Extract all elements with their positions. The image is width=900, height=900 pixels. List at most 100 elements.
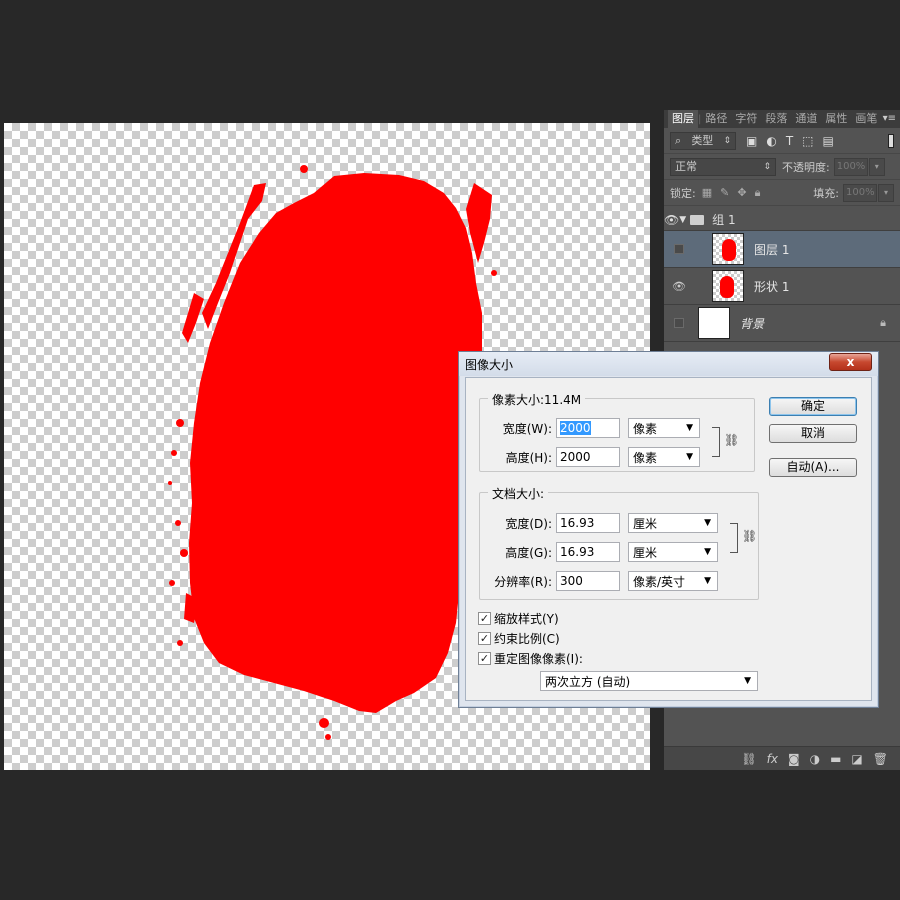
visibility-eye-icon[interactable]: 👁︎ xyxy=(664,280,694,293)
pixel-height-unit-select[interactable]: 像素 ▼ xyxy=(628,447,700,467)
tab-properties[interactable]: 属性 xyxy=(821,110,851,128)
tab-character[interactable]: 字符 xyxy=(731,110,761,128)
filter-toggle-icon[interactable] xyxy=(888,133,894,148)
pixel-height-label: 高度(H): xyxy=(505,450,552,465)
pixel-filter-icon[interactable]: ▣ xyxy=(746,134,757,148)
smart-object-filter-icon[interactable]: ▤ xyxy=(823,134,834,148)
new-group-icon[interactable]: ▬ xyxy=(830,752,841,766)
trash-icon[interactable]: 🗑︎ xyxy=(873,752,888,766)
layer-row-background[interactable]: 背景 🔒︎ xyxy=(664,305,900,342)
pixel-width-input[interactable]: 2000 xyxy=(556,418,620,438)
fill-field[interactable]: 100% xyxy=(843,183,877,202)
doc-height-label: 高度(G): xyxy=(505,545,552,560)
doc-height-unit-select[interactable]: 厘米 ▼ xyxy=(628,542,718,562)
constrain-bracket xyxy=(730,523,738,553)
constrain-bracket xyxy=(712,427,720,457)
panel-tab-bar: 图层 | 路径 字符 段落 通道 属性 画笔 ▾≡ xyxy=(664,110,900,128)
pixel-dimensions-group: 像素大小:11.4M 宽度(W): 2000 像素 ▼ 高度(H): 2000 像… xyxy=(479,391,755,472)
lock-paint-icon[interactable]: ✎ xyxy=(720,186,729,199)
shape-filter-icon[interactable]: ⬚ xyxy=(802,134,813,148)
type-filter-icon[interactable]: T xyxy=(786,134,793,148)
layer-name[interactable]: 背景 xyxy=(740,315,764,332)
doc-width-unit-select[interactable]: 厘米 ▼ xyxy=(628,513,718,533)
fx-icon[interactable]: fx xyxy=(767,752,778,766)
lock-all-icon[interactable]: 🔒︎ xyxy=(755,186,761,200)
resample-checkbox-row[interactable]: ✓ 重定图像像素(I): xyxy=(478,648,583,668)
dropdown-arrow-icon: ▼ xyxy=(704,518,711,528)
blend-mode-dropdown[interactable]: 正常 ⇕ xyxy=(670,157,776,176)
tab-brush[interactable]: 画笔 xyxy=(851,110,881,128)
folder-icon xyxy=(690,214,705,225)
layer-row-2[interactable]: 👁︎ 形状 1 xyxy=(664,268,900,305)
updown-arrow-icon: ⇕ xyxy=(763,161,771,172)
close-button[interactable]: x xyxy=(829,353,872,371)
scale-styles-checkbox-row[interactable]: ✓ 缩放样式(Y) xyxy=(478,608,559,628)
opacity-field[interactable]: 100% xyxy=(833,157,868,176)
fill-label: 填充: xyxy=(813,186,839,200)
tab-layers[interactable]: 图层 xyxy=(668,110,698,128)
updown-arrow-icon: ⇕ xyxy=(723,135,731,146)
link-layers-icon[interactable]: ⛓ xyxy=(741,752,756,766)
resample-method-select[interactable]: 两次立方 (自动) ▼ xyxy=(540,671,758,691)
dialog-titlebar[interactable]: 图像大小 xyxy=(459,352,878,376)
opacity-arrow-icon[interactable]: ▾ xyxy=(868,157,885,176)
lock-label: 锁定: xyxy=(670,186,696,200)
adjustment-filter-icon[interactable]: ◐ xyxy=(766,134,776,148)
dialog-title: 图像大小 xyxy=(465,357,514,372)
pixel-dimensions-legend: 像素大小:11.4M xyxy=(488,391,586,408)
doc-width-label: 宽度(D): xyxy=(505,516,552,531)
cancel-button[interactable]: 取消 xyxy=(769,424,857,443)
doc-width-input[interactable]: 16.93 xyxy=(556,513,620,533)
tab-paths[interactable]: 路径 xyxy=(701,110,731,128)
layer-thumbnail xyxy=(712,233,744,265)
panel-menu-icon[interactable]: ▾≡ xyxy=(883,113,896,124)
filter-row: ⌕ 类型 ⇕ ▣ ◐ T ⬚ ▤ xyxy=(664,128,900,154)
expand-triangle-icon[interactable]: ▼ xyxy=(679,215,686,225)
blend-row: 正常 ⇕ 不透明度: 100% ▾ xyxy=(664,154,900,180)
resample-checkbox[interactable]: ✓ xyxy=(478,651,491,665)
layer-row-1[interactable]: 图层 1 xyxy=(664,231,900,268)
lock-row: 锁定: ▦ ✎ ✥ 🔒︎ 填充: 100% ▾ xyxy=(664,180,900,206)
scale-styles-label: 缩放样式(Y) xyxy=(494,611,559,626)
image-size-dialog: 图像大小 x 像素大小:11.4M 宽度(W): 2000 像素 ▼ 高度(H):… xyxy=(458,351,879,708)
resolution-unit-select[interactable]: 像素/英寸 ▼ xyxy=(628,571,718,591)
layer-thumbnail xyxy=(712,270,744,302)
resample-label: 重定图像像素(I): xyxy=(494,651,583,666)
layer-name[interactable]: 图层 1 xyxy=(754,241,789,258)
auto-button[interactable]: 自动(A)... xyxy=(769,458,857,477)
document-size-group: 文档大小: 宽度(D): 16.93 厘米 ▼ 高度(G): 16.93 厘米 ▼ … xyxy=(479,485,759,600)
opacity-label: 不透明度: xyxy=(782,160,830,174)
visibility-toggle-empty[interactable] xyxy=(674,244,684,254)
resolution-input[interactable]: 300 xyxy=(556,571,620,591)
scale-styles-checkbox[interactable]: ✓ xyxy=(478,611,491,625)
new-layer-icon[interactable]: ◪ xyxy=(851,752,862,766)
lock-position-icon[interactable]: ✥ xyxy=(737,186,746,199)
layer-group-row[interactable]: 👁︎ ▼ 组 1 xyxy=(664,209,900,231)
tab-channels[interactable]: 通道 xyxy=(791,110,821,128)
add-mask-icon[interactable]: ◙ xyxy=(788,752,800,766)
panel-bottom-bar: ⛓ fx ◙ ◑ ▬ ◪ 🗑︎ xyxy=(664,746,900,770)
fill-arrow-icon[interactable]: ▾ xyxy=(878,183,894,202)
dropdown-arrow-icon: ▼ xyxy=(686,423,693,433)
dropdown-arrow-icon: ▼ xyxy=(704,576,711,586)
constrain-proportions-checkbox[interactable]: ✓ xyxy=(478,631,491,645)
filter-kind-dropdown[interactable]: ⌕ 类型 ⇕ xyxy=(670,131,736,150)
dialog-body: 像素大小:11.4M 宽度(W): 2000 像素 ▼ 高度(H): 2000 像… xyxy=(465,377,872,701)
visibility-eye-icon[interactable]: 👁︎ xyxy=(664,213,679,227)
dropdown-arrow-icon: ▼ xyxy=(686,452,693,462)
constrain-proportions-checkbox-row[interactable]: ✓ 约束比例(C) xyxy=(478,628,560,648)
tab-paragraph[interactable]: 段落 xyxy=(761,110,791,128)
constrain-proportions-label: 约束比例(C) xyxy=(494,631,560,646)
pixel-height-input[interactable]: 2000 xyxy=(556,447,620,467)
lock-transparent-icon[interactable]: ▦ xyxy=(702,186,712,199)
layer-name[interactable]: 形状 1 xyxy=(754,278,789,295)
document-size-legend: 文档大小: xyxy=(488,485,549,502)
pixel-width-label: 宽度(W): xyxy=(502,421,552,436)
doc-height-input[interactable]: 16.93 xyxy=(556,542,620,562)
chain-link-icon: ⛓ xyxy=(742,529,758,543)
chain-link-icon: ⛓ xyxy=(724,433,740,447)
pixel-width-unit-select[interactable]: 像素 ▼ xyxy=(628,418,700,438)
ok-button[interactable]: 确定 xyxy=(769,397,857,416)
visibility-toggle-empty[interactable] xyxy=(674,318,684,328)
new-adjustment-icon[interactable]: ◑ xyxy=(810,752,820,766)
